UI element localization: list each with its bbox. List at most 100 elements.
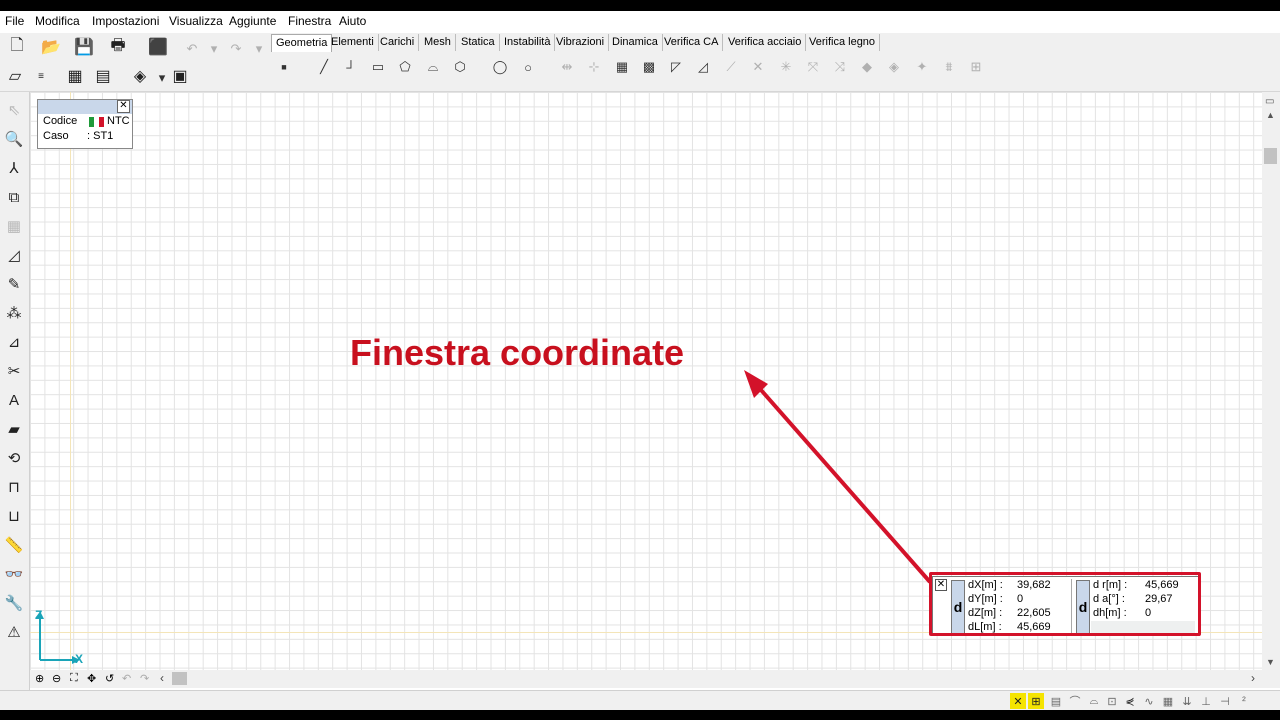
arc-three-point-icon[interactable]: ⬡ — [450, 55, 470, 79]
split-icon[interactable]: ⤧ — [803, 55, 823, 79]
scroll-right-arrow-icon[interactable]: › — [1251, 671, 1255, 685]
snap-box-icon[interactable]: ⊡ — [1104, 693, 1120, 709]
tab-statica[interactable]: Statica — [457, 34, 500, 51]
menu-file[interactable]: File — [5, 14, 24, 28]
snap-wave-icon[interactable]: ∿ — [1141, 693, 1157, 709]
tab-verifica-acciaio[interactable]: Verifica acciaio — [724, 34, 807, 51]
vertical-scroll-thumb[interactable] — [1264, 148, 1277, 164]
arc-icon[interactable]: ⌓ — [423, 55, 443, 79]
trim-icon[interactable]: ⇹ — [557, 55, 577, 79]
print-icon[interactable]: 🖶 — [106, 35, 130, 59]
polyline-icon[interactable]: ┘ — [341, 55, 361, 79]
select-arrow-icon[interactable]: ⇖ — [2, 98, 26, 122]
hatch-check-icon[interactable]: ⩩ — [939, 55, 959, 79]
grid-dots-icon[interactable]: ⊞ — [966, 55, 986, 79]
rotate-icon[interactable]: ⟲ — [2, 446, 26, 470]
wrench-icon[interactable]: 🔧 — [2, 591, 26, 615]
stack-icon[interactable]: ◈ — [128, 64, 152, 88]
solid-rotate-icon[interactable]: ◈ — [884, 55, 904, 79]
undo-dropdown-icon[interactable]: ▾ — [204, 37, 224, 61]
menu-visualizza[interactable]: Visualizza — [169, 14, 223, 28]
zoom-in-icon[interactable]: ⊕ — [35, 672, 44, 685]
grid-table-icon[interactable]: ▦ — [2, 214, 26, 238]
ruler-icon[interactable]: 📏 — [2, 533, 26, 557]
tab-carichi[interactable]: Carichi — [376, 34, 420, 51]
snap-superscript-icon[interactable]: ² — [1236, 693, 1252, 709]
new-file-icon[interactable]: 🗋 — [5, 35, 29, 59]
tab-elementi[interactable]: Elementi — [327, 34, 379, 51]
snap-node-icon[interactable]: ⋞ — [1122, 693, 1138, 709]
menu-modifica[interactable]: Modifica — [35, 14, 80, 28]
snap-list-icon[interactable]: ▤ — [1048, 693, 1064, 709]
step-icon[interactable]: ⊔ — [2, 504, 26, 528]
table-icon[interactable]: ▦ — [63, 64, 87, 88]
redo-icon[interactable]: ↷ — [226, 37, 246, 61]
cross-icon[interactable]: ✕ — [748, 55, 768, 79]
zoom-back-icon[interactable]: ↶ — [122, 672, 131, 685]
tab-verifica-legno[interactable]: Verifica legno — [805, 34, 881, 51]
measure-slope-icon[interactable]: ◿ — [2, 243, 26, 267]
elevation-icon[interactable]: ≡ — [29, 64, 53, 88]
snap-curve-icon[interactable]: ⌓ — [1086, 693, 1102, 709]
snap-table-icon[interactable]: ▦ — [1160, 693, 1176, 709]
menu-impostazioni[interactable]: Impostazioni — [92, 14, 159, 28]
snap-vertical-icon[interactable]: ⇊ — [1179, 693, 1195, 709]
node-pen-icon[interactable]: ✎ — [2, 272, 26, 296]
dimension-icon[interactable]: ⊿ — [2, 330, 26, 354]
extend-icon[interactable]: ⊹ — [584, 55, 604, 79]
rectangle-icon[interactable]: ▭ — [368, 55, 388, 79]
tab-dinamica[interactable]: Dinamica — [608, 34, 663, 51]
list-icon[interactable]: ▤ — [91, 64, 115, 88]
snap-constraint-icon[interactable]: ⊥ — [1198, 693, 1214, 709]
cross-node-icon[interactable]: ✳ — [776, 55, 796, 79]
tab-instabilita[interactable]: Instabilità — [500, 34, 556, 51]
circle-icon[interactable]: ○ — [518, 55, 538, 79]
solid-cut-icon[interactable]: ✦ — [912, 55, 932, 79]
snap-level-icon[interactable]: ⊣ — [1217, 693, 1233, 709]
horizontal-scroll-thumb[interactable] — [172, 672, 187, 685]
snap-grid-icon[interactable]: ⊞ — [1028, 693, 1044, 709]
scroll-up-arrow-icon[interactable]: ▲ — [1266, 110, 1275, 120]
slope-grid-icon[interactable]: ◿ — [693, 55, 713, 79]
zoom-forward-icon[interactable]: ↷ — [140, 672, 149, 685]
bracket-icon[interactable]: ⊓ — [2, 475, 26, 499]
text-tool-icon[interactable]: A — [2, 388, 26, 412]
zoom-previous-icon[interactable]: ↺ — [105, 672, 114, 685]
polygon-icon[interactable]: ⬠ — [395, 55, 415, 79]
grid-icon[interactable]: ▦ — [612, 55, 632, 79]
line-icon[interactable]: ╱ — [314, 55, 334, 79]
open-folder-icon[interactable]: 📂 — [39, 35, 63, 59]
menu-aggiunte[interactable]: Aggiunte — [229, 14, 276, 28]
layers-icon[interactable]: ▱ — [3, 64, 27, 88]
axes-icon[interactable]: ⅄ — [2, 156, 26, 180]
glasses-icon[interactable]: 👓 — [2, 562, 26, 586]
scroll-left-arrow-icon[interactable]: ‹ — [160, 671, 164, 685]
tab-geometria[interactable]: Geometria — [271, 34, 333, 52]
undo-icon[interactable]: ↶ — [182, 37, 202, 61]
snap-arc-icon[interactable]: ⌒ — [1067, 693, 1083, 709]
menu-aiuto[interactable]: Aiuto — [339, 14, 366, 28]
menu-finestra[interactable]: Finestra — [288, 14, 331, 28]
mesh-grid-icon[interactable]: ▩ — [639, 55, 659, 79]
solid-icon[interactable]: ◆ — [857, 55, 877, 79]
vertical-scrollbar[interactable]: ▭ ▲ ▼ — [1262, 92, 1280, 670]
scroll-down-arrow-icon[interactable]: ▼ — [1266, 657, 1275, 667]
cut-tool-icon[interactable]: ✂ — [2, 359, 26, 383]
zoom-extents-icon[interactable]: ⛶ — [70, 672, 78, 685]
plane-icon[interactable]: ▰ — [2, 417, 26, 441]
snap-endpoint-icon[interactable]: ✕ — [1010, 693, 1026, 709]
panel-restore-icon[interactable]: ▭ — [1265, 96, 1274, 107]
nodes-align-icon[interactable]: ⁂ — [2, 301, 26, 325]
zoom-out-icon[interactable]: ⊖ — [52, 672, 61, 685]
join-icon[interactable]: ⤨ — [830, 55, 850, 79]
save-icon[interactable]: 💾 — [72, 35, 96, 59]
tab-verifica-ca[interactable]: Verifica CA — [660, 34, 724, 51]
zoom-icon[interactable]: 🔍 — [2, 127, 26, 151]
pdf-icon[interactable]: ⬛ — [146, 35, 170, 59]
window-view-icon[interactable]: ▣ — [168, 64, 192, 88]
point-icon[interactable]: ■ — [274, 55, 294, 79]
info-panel-close-button[interactable]: ✕ — [117, 100, 130, 113]
circle-center-icon[interactable]: ◯ — [490, 55, 510, 79]
copy-view-icon[interactable]: ⧉ — [2, 185, 26, 209]
warning-icon[interactable]: ⚠ — [2, 620, 26, 644]
